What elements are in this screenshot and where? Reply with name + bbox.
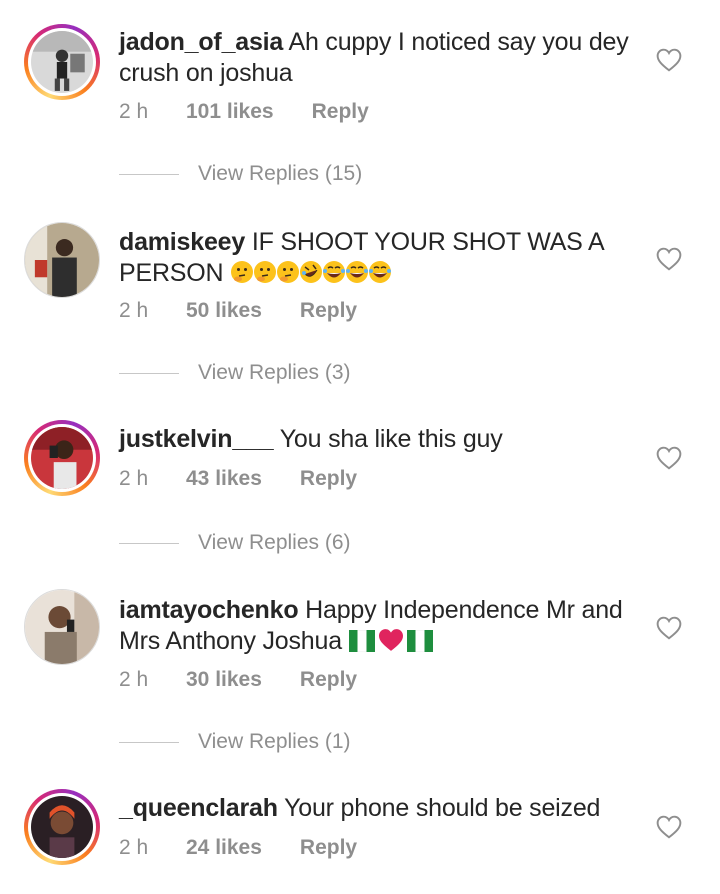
profile-photo [31, 796, 93, 858]
view-replies-label: View Replies (6) [198, 531, 351, 554]
comment-time: 2 h [119, 467, 149, 490]
view-replies-button[interactable]: View Replies (6) [119, 531, 351, 555]
profile-photo [25, 590, 99, 664]
avatar[interactable] [24, 222, 100, 298]
comment-body: You sha like this guy [273, 425, 503, 453]
comment-time: 2 h [119, 299, 149, 322]
comment-likes[interactable]: 24 likes [186, 836, 262, 860]
comment-username[interactable]: iamtayochenko [119, 596, 299, 624]
divider-line [119, 741, 179, 743]
avatar[interactable] [24, 420, 100, 496]
comment-likes[interactable]: 30 likes [186, 668, 262, 692]
comment-username[interactable]: damiskeey [119, 228, 245, 256]
comment-likes[interactable]: 50 likes [186, 299, 262, 323]
thinking-face-icon [231, 261, 254, 283]
comment-meta: 2 h 101 likes Reply [119, 100, 369, 124]
avatar[interactable] [24, 24, 100, 100]
view-replies-button[interactable]: View Replies (1) [119, 730, 351, 754]
comment-text: justkelvin___ You sha like this guy [119, 424, 639, 455]
comment-text: iamtayochenko Happy Independence Mr and … [119, 595, 639, 657]
view-replies-label: View Replies (3) [198, 361, 351, 384]
reply-button[interactable]: Reply [312, 100, 369, 124]
comment-text: damiskeey IF SHOOT YOUR SHOT WAS A PERSO… [119, 227, 639, 289]
reply-button[interactable]: Reply [300, 299, 357, 323]
comment-meta: 2 h 43 likes Reply [119, 467, 357, 491]
tears-of-joy-face-icon [346, 261, 369, 283]
comment-time: 2 h [119, 668, 149, 691]
comment-username[interactable]: _queenclarah [119, 794, 278, 822]
tears-of-joy-face-icon [323, 261, 346, 283]
heart-outline-icon[interactable] [656, 815, 682, 839]
view-replies-button[interactable]: View Replies (15) [119, 162, 362, 186]
nigeria-flag-icon [348, 630, 375, 652]
profile-photo [31, 427, 93, 489]
nigeria-flag-icon [406, 630, 433, 652]
comment-text: jadon_of_asia Ah cuppy I noticed say you… [119, 27, 639, 89]
comment-meta: 2 h 24 likes Reply [119, 836, 357, 860]
comment-meta: 2 h 50 likes Reply [119, 299, 357, 323]
tears-of-joy-face-icon [369, 261, 392, 283]
profile-photo [25, 223, 99, 297]
heart-outline-icon[interactable] [656, 247, 682, 271]
divider-line [119, 372, 179, 374]
reply-button[interactable]: Reply [300, 668, 357, 692]
comment-likes[interactable]: 43 likes [186, 467, 262, 491]
rolling-laughing-face-icon [300, 261, 323, 283]
avatar[interactable] [24, 789, 100, 865]
comment-likes[interactable]: 101 likes [186, 100, 274, 124]
avatar[interactable] [24, 589, 100, 665]
red-heart-icon [378, 629, 403, 651]
view-replies-button[interactable]: View Replies (3) [119, 361, 351, 385]
view-replies-label: View Replies (15) [198, 162, 363, 185]
thinking-face-icon [277, 261, 300, 283]
comment-meta: 2 h 30 likes Reply [119, 668, 357, 692]
heart-outline-icon[interactable] [656, 446, 682, 470]
heart-outline-icon[interactable] [656, 616, 682, 640]
comment-body: Your phone should be seized [277, 794, 601, 822]
view-replies-label: View Replies (1) [198, 730, 351, 753]
thinking-face-icon [254, 261, 277, 283]
comment-time: 2 h [119, 836, 149, 859]
reply-button[interactable]: Reply [300, 836, 357, 860]
comment-username[interactable]: jadon_of_asia [119, 28, 283, 56]
reply-button[interactable]: Reply [300, 467, 357, 491]
comment-username[interactable]: justkelvin___ [119, 425, 274, 453]
profile-photo [31, 31, 93, 93]
divider-line [119, 173, 179, 175]
heart-outline-icon[interactable] [656, 48, 682, 72]
comment-time: 2 h [119, 100, 149, 123]
comment-text: _queenclarah Your phone should be seized [119, 793, 639, 824]
divider-line [119, 542, 179, 544]
